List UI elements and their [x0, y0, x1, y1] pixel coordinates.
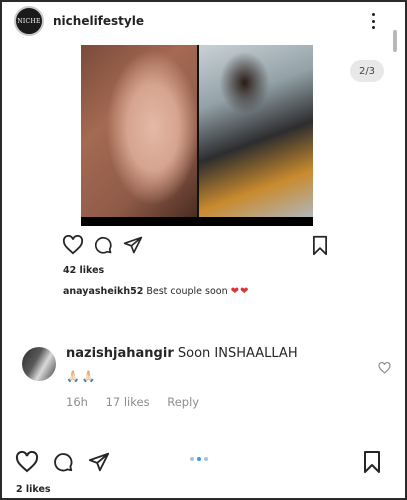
more-options-icon[interactable] — [366, 10, 380, 32]
comment-likes[interactable]: 17 likes — [106, 395, 150, 409]
comment-emoji: 🙏🏻🙏🏻 — [66, 370, 98, 383]
heart-icon[interactable] — [62, 235, 84, 255]
caption-username[interactable]: anayasheikh52 — [63, 286, 143, 297]
comment-icon[interactable] — [93, 235, 113, 255]
heart-small-icon[interactable] — [378, 362, 391, 374]
profile-avatar[interactable]: NICHE — [14, 6, 44, 36]
send-icon[interactable] — [123, 235, 143, 255]
post-likes-count[interactable]: 42 likes — [63, 265, 104, 276]
caption-text: Best couple soon — [146, 286, 228, 297]
comment-icon[interactable] — [52, 451, 74, 473]
bookmark-icon[interactable] — [362, 450, 382, 474]
post-username[interactable]: nichelifestyle — [53, 14, 144, 28]
carousel-dots — [190, 457, 208, 461]
comment-username[interactable]: nazishjahangir — [66, 346, 174, 361]
post-photo[interactable] — [81, 45, 313, 226]
send-icon[interactable] — [88, 451, 110, 473]
caption-hearts: ❤❤ — [230, 286, 250, 297]
bookmark-icon[interactable] — [311, 235, 329, 256]
scrollbar[interactable] — [393, 30, 397, 52]
heart-icon[interactable] — [15, 451, 39, 473]
commenter-avatar[interactable] — [22, 347, 56, 381]
bottom-likes-count[interactable]: 2 likes — [16, 484, 51, 495]
photo-left-panel — [81, 45, 197, 217]
carousel-counter-badge: 2/3 — [350, 60, 384, 82]
post-caption: anayasheikh52 Best couple soon ❤❤ — [63, 286, 249, 297]
comment-reply-button[interactable]: Reply — [167, 395, 199, 409]
photo-right-panel — [199, 45, 313, 217]
comment-line: nazishjahangir Soon INSHAALLAH — [66, 346, 298, 361]
comment-text: Soon INSHAALLAH — [177, 346, 298, 361]
comment-time: 16h — [66, 395, 88, 409]
comment-meta: 16h 17 likes Reply — [66, 395, 213, 409]
avatar-logo-text: NICHE — [17, 17, 41, 25]
